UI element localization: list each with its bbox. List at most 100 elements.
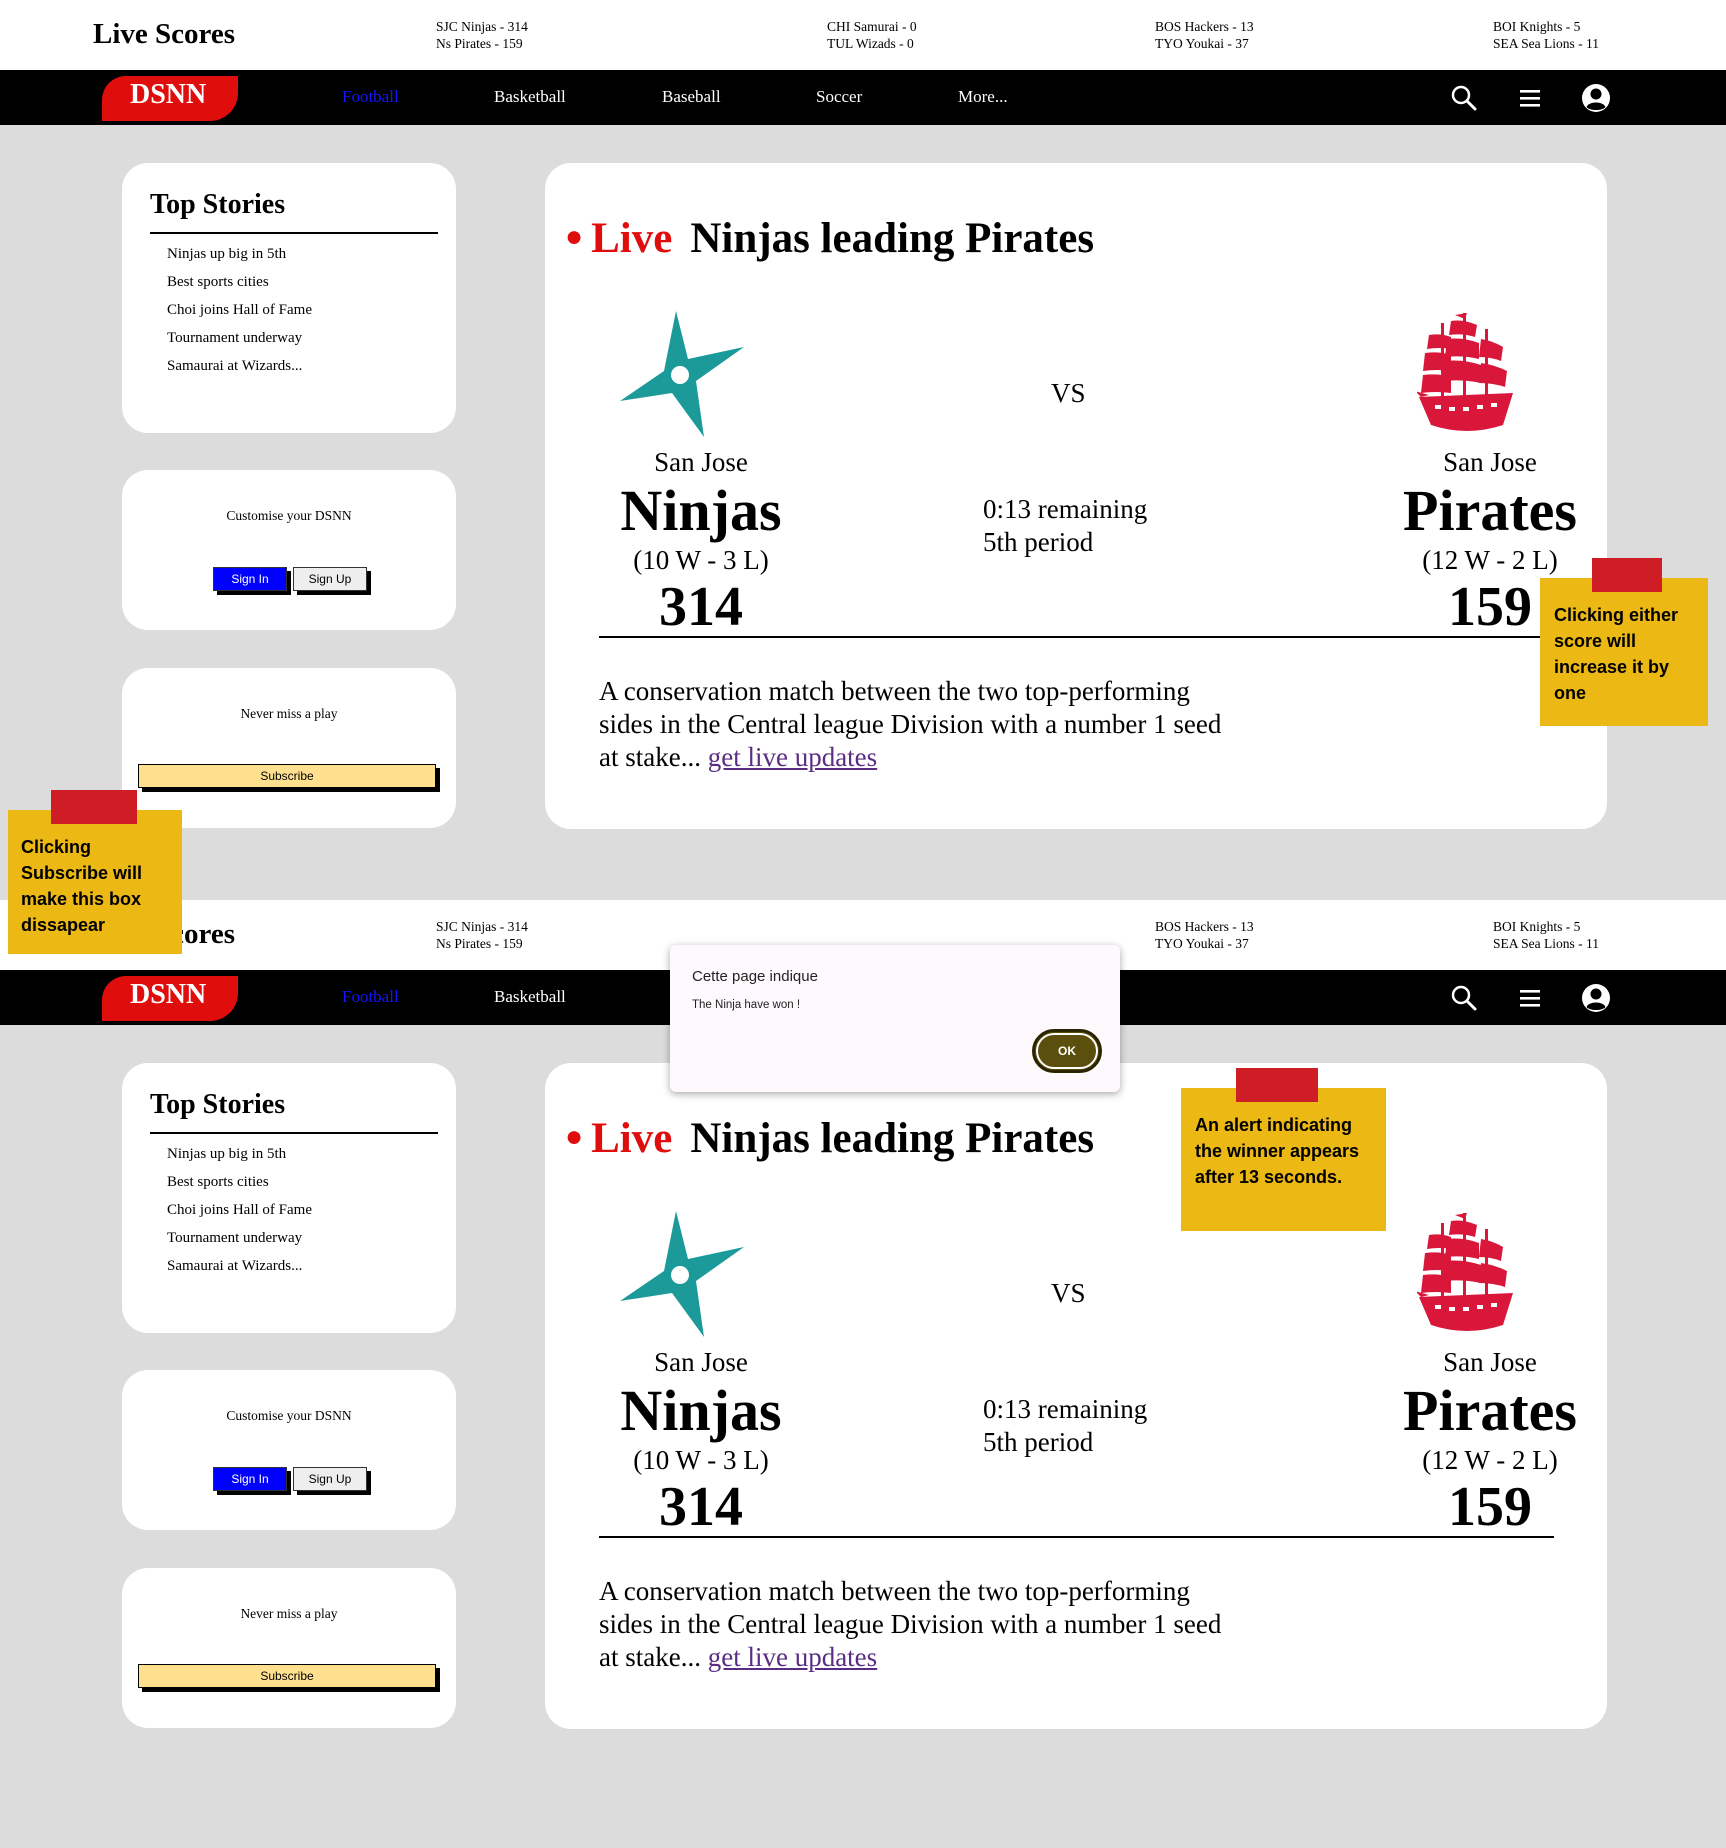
team-city: San Jose: [654, 1347, 748, 1377]
story-link[interactable]: Samaurai at Wizards...: [167, 352, 312, 380]
sign-in-button[interactable]: Sign In: [213, 567, 287, 591]
tape: [51, 790, 137, 824]
away-team: San Jose Pirates (12 W - 2 L) 159: [1340, 1346, 1640, 1538]
home-team: San Jose Ninjas (10 W - 3 L) 314: [551, 446, 851, 638]
shuriken-icon: [620, 1211, 744, 1337]
shuriken-icon: [620, 311, 744, 437]
team-city: San Jose: [1443, 1347, 1537, 1377]
headline-text: Ninjas leading Pirates: [690, 215, 1095, 262]
subscribe-button[interactable]: Subscribe: [138, 1664, 436, 1688]
story-link[interactable]: Tournament underway: [167, 324, 312, 352]
score-ticker-item[interactable]: SJC Ninjas - 314 Ns Pirates - 159: [436, 18, 528, 52]
game-headline: ● Live Ninjas leading Pirates: [565, 1114, 1094, 1163]
divider: [599, 1536, 1554, 1538]
alert-ok-button[interactable]: OK: [1032, 1029, 1102, 1073]
story-link[interactable]: Ninjas up big in 5th: [167, 240, 312, 268]
subscribe-card: Never miss a play Subscribe: [122, 1568, 456, 1728]
dsnn-logo[interactable]: DSNN: [102, 976, 238, 1021]
team-name: Pirates: [1403, 1378, 1577, 1443]
alert-title: Cette page indique: [692, 968, 818, 985]
time-remaining: 0:13 remaining: [983, 494, 1148, 524]
game-description: A conservation match between the two top…: [599, 675, 1239, 774]
top-stories-card: Top Stories Ninjas up big in 5th Best sp…: [122, 1063, 456, 1333]
headline-text: Ninjas leading Pirates: [690, 1115, 1095, 1162]
top-stories-card: Top Stories Ninjas up big in 5th Best sp…: [122, 163, 456, 433]
nav-soccer[interactable]: Soccer: [816, 87, 862, 107]
sign-up-button[interactable]: Sign Up: [293, 567, 367, 591]
score-ticker-item[interactable]: BOS Hackers - 13 TYO Youkai - 37: [1155, 918, 1254, 952]
sticky-note-alert: An alert indicating the winner appears a…: [1181, 1068, 1386, 1231]
period: 5th period: [983, 527, 1094, 557]
search-icon[interactable]: [1448, 82, 1480, 114]
vs-label: VS: [1051, 378, 1086, 408]
subscribe-card: Never miss a play Subscribe: [122, 668, 456, 828]
story-link[interactable]: Best sports cities: [167, 268, 312, 296]
alert-message: The Ninja have won !: [692, 999, 801, 1011]
score-ticker-item[interactable]: BOS Hackers - 13 TYO Youkai - 37: [1155, 18, 1254, 52]
stories-list: Ninjas up big in 5th Best sports cities …: [167, 1140, 312, 1280]
period: 5th period: [983, 1427, 1094, 1457]
user-icon[interactable]: [1580, 982, 1612, 1014]
customise-label: Customise your DSNN: [226, 508, 352, 523]
pirate-ship-icon: [1417, 1213, 1513, 1331]
browser-alert-dialog: Cette page indique The Ninja have won ! …: [670, 945, 1120, 1092]
screenshot-default-state: Live Scores SJC Ninjas - 314 Ns Pirates …: [0, 0, 1726, 947]
story-link[interactable]: Best sports cities: [167, 1168, 312, 1196]
score-ticker-item[interactable]: BOI Knights - 5 SEA Sea Lions - 11: [1493, 918, 1599, 952]
subscribe-caption: Never miss a play: [240, 706, 338, 721]
nav-more[interactable]: More...: [958, 87, 1008, 107]
user-icon[interactable]: [1580, 82, 1612, 114]
customise-card: Customise your DSNN Sign In Sign Up: [122, 1370, 456, 1530]
score-ticker-item[interactable]: SJC Ninjas - 314 Ns Pirates - 159: [436, 918, 528, 952]
story-link[interactable]: Samaurai at Wizards...: [167, 1252, 312, 1280]
sticky-note-score: Clicking either score will increase it b…: [1540, 558, 1708, 726]
live-updates-link[interactable]: get live updates: [708, 1642, 877, 1672]
home-score[interactable]: 314: [551, 1476, 851, 1538]
story-link[interactable]: Tournament underway: [167, 1224, 312, 1252]
tape: [1236, 1068, 1318, 1102]
nav-basketball[interactable]: Basketball: [494, 987, 566, 1007]
time-remaining: 0:13 remaining: [983, 1394, 1148, 1424]
story-link[interactable]: Choi joins Hall of Fame: [167, 296, 312, 324]
nav-football[interactable]: Football: [342, 87, 399, 107]
game-description: A conservation match between the two top…: [599, 1575, 1239, 1674]
stories-list: Ninjas up big in 5th Best sports cities …: [167, 240, 312, 380]
away-score[interactable]: 159: [1340, 1476, 1640, 1538]
description-text: A conservation match between the two top…: [599, 1576, 1222, 1672]
live-game-card: ● Live Ninjas leading Pirates VS San Jos…: [545, 1063, 1607, 1729]
live-label: Live: [591, 1115, 673, 1162]
sign-in-button[interactable]: Sign In: [213, 1467, 287, 1491]
live-updates-link[interactable]: get live updates: [708, 742, 877, 772]
nav-football[interactable]: Football: [342, 987, 399, 1007]
live-dot: ●: [565, 1120, 584, 1153]
menu-icon[interactable]: [1514, 82, 1546, 114]
menu-icon[interactable]: [1514, 982, 1546, 1014]
team-name: Ninjas: [620, 1378, 782, 1443]
live-dot: ●: [565, 220, 584, 253]
game-headline: ● Live Ninjas leading Pirates: [565, 214, 1094, 263]
nav-baseball[interactable]: Baseball: [662, 87, 721, 107]
home-score[interactable]: 314: [551, 576, 851, 638]
nav-basketball[interactable]: Basketball: [494, 87, 566, 107]
top-stories-title: Top Stories: [150, 1089, 286, 1120]
story-link[interactable]: Choi joins Hall of Fame: [167, 1196, 312, 1224]
game-clock: 0:13 remaining 5th period: [983, 493, 1147, 559]
subscribe-caption: Never miss a play: [240, 1606, 338, 1621]
team-name: Pirates: [1403, 478, 1577, 543]
subscribe-button[interactable]: Subscribe: [138, 764, 436, 788]
team-city: San Jose: [654, 447, 748, 477]
sign-up-button[interactable]: Sign Up: [293, 1467, 367, 1491]
divider: [599, 636, 1554, 638]
live-label: Live: [591, 215, 673, 262]
live-game-card: ● Live Ninjas leading Pirates VS San Jos…: [545, 163, 1607, 829]
dsnn-logo[interactable]: DSNN: [102, 76, 238, 121]
team-record: (10 W - 3 L): [633, 1445, 769, 1475]
tape: [1592, 558, 1662, 592]
score-ticker-item[interactable]: BOI Knights - 5 SEA Sea Lions - 11: [1493, 18, 1599, 52]
score-ticker-item[interactable]: CHI Samurai - 0 TUL Wizads - 0: [827, 18, 917, 52]
story-link[interactable]: Ninjas up big in 5th: [167, 1140, 312, 1168]
team-name: Ninjas: [620, 478, 782, 543]
game-clock: 0:13 remaining 5th period: [983, 1393, 1147, 1459]
main-navbar: DSNN Football Basketball Baseball Soccer…: [0, 70, 1726, 125]
search-icon[interactable]: [1448, 982, 1480, 1014]
